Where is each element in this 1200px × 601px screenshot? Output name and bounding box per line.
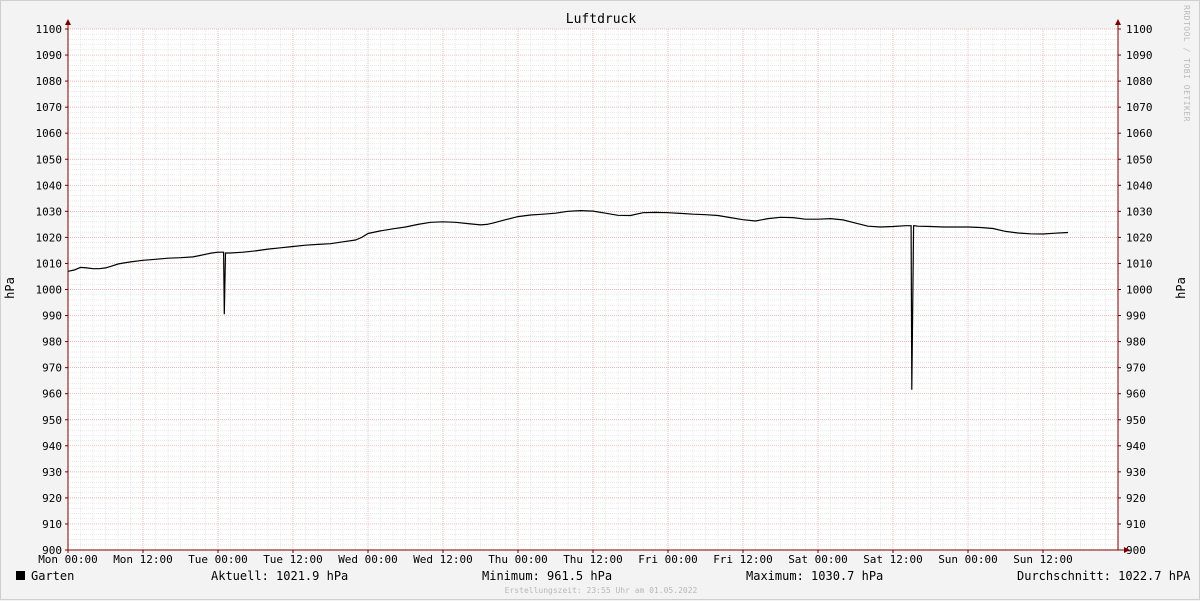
x-tick-label: Fri 00:00 (638, 553, 698, 566)
x-tick-label: Mon 12:00 (113, 553, 173, 566)
y-tick-label-left: 1070 (36, 101, 63, 114)
x-tick-label: Fri 12:00 (713, 553, 773, 566)
average-value: Durchschnitt: 1022.7 hPA (1017, 569, 1191, 583)
y-tick-label-right: 960 (1126, 388, 1146, 401)
y-tick-label-left: 970 (42, 362, 62, 375)
y-tick-label-right: 990 (1126, 310, 1146, 323)
y-tick-label-right: 1040 (1126, 179, 1153, 192)
y-tick-label-right: 1000 (1126, 284, 1153, 297)
legend-swatch (16, 571, 25, 580)
y-tick-label-right: 920 (1126, 492, 1146, 505)
y-tick-label-left: 950 (42, 414, 62, 427)
y-tick-label-left: 990 (42, 310, 62, 323)
y-tick-label-left: 920 (42, 492, 62, 505)
y-tick-label-left: 1080 (36, 75, 63, 88)
y-tick-label-left: 1030 (36, 205, 63, 218)
y-tick-label-right: 980 (1126, 336, 1146, 349)
y-tick-label-right: 910 (1126, 518, 1146, 531)
chart-frame: 900 900 910 910 920 920 930 930 940 940 950 950 960 9… (0, 0, 1200, 600)
y-tick-label-right: 1070 (1126, 101, 1153, 114)
x-tick-label: Mon 00:00 (38, 553, 98, 566)
y-axis-label-right: hPa (1174, 277, 1188, 299)
y-tick-label-right: 930 (1126, 466, 1146, 479)
chart-title: Luftdruck (565, 12, 637, 27)
x-tick-label: Tue 12:00 (263, 553, 323, 566)
y-tick-label-left: 1090 (36, 49, 63, 62)
x-tick-label: Sun 00:00 (938, 553, 998, 566)
y-tick-label-left: 1010 (36, 257, 63, 270)
x-tick-label: Wed 00:00 (338, 553, 398, 566)
y-tick-label-left: 960 (42, 388, 62, 401)
y-tick-label-right: 1060 (1126, 127, 1153, 140)
y-tick-label-right: 950 (1126, 414, 1146, 427)
x-tick-label: Thu 12:00 (563, 553, 623, 566)
y-tick-label-right: 970 (1126, 362, 1146, 375)
y-tick-label-right: 1080 (1126, 75, 1153, 88)
y-axis-label-left: hPa (3, 277, 17, 299)
watermark: RRDTOOL / TOBI OETIKER (1182, 5, 1191, 122)
x-tick-label: Thu 00:00 (488, 553, 548, 566)
y-tick-label-right: 1090 (1126, 49, 1153, 62)
y-tick-label-left: 1060 (36, 127, 63, 140)
maximum-value: Maximum: 1030.7 hPa (746, 569, 884, 583)
x-tick-label: Sun 12:00 (1013, 553, 1073, 566)
y-tick-label-left: 930 (42, 466, 62, 479)
y-tick-label-left: 910 (42, 518, 62, 531)
y-tick-label-right: 1020 (1126, 231, 1153, 244)
x-tick-label: Sat 12:00 (863, 553, 923, 566)
creation-time: Erstellungszeit: 23:55 Uhr am 01.05.2022 (504, 586, 698, 595)
y-tick-label-left: 1040 (36, 179, 63, 192)
x-tick-label: Wed 12:00 (413, 553, 473, 566)
y-tick-label-right: 940 (1126, 440, 1146, 453)
y-tick-label-right: 1010 (1126, 257, 1153, 270)
y-tick-label-left: 1020 (36, 231, 63, 244)
current-value: Aktuell: 1021.9 hPa (211, 569, 349, 583)
y-tick-label-left: 1000 (36, 284, 63, 297)
y-tick-label-right: 1050 (1126, 153, 1153, 166)
chart-svg: 900 900910 910920 920930 930940 940950 950960 9… (36, 19, 1153, 566)
y-tick-label-left: 980 (42, 336, 62, 349)
minimum-value: Minimum: 961.5 hPa (482, 569, 613, 583)
y-tick-label-right: 1030 (1126, 205, 1153, 218)
x-tick-label: Sat 00:00 (788, 553, 848, 566)
x-tick-label: Tue 00:00 (188, 553, 248, 566)
y-tick-label-left: 1050 (36, 153, 63, 166)
y-tick-label-left: 940 (42, 440, 62, 453)
legend-entry: Garten (31, 569, 75, 583)
